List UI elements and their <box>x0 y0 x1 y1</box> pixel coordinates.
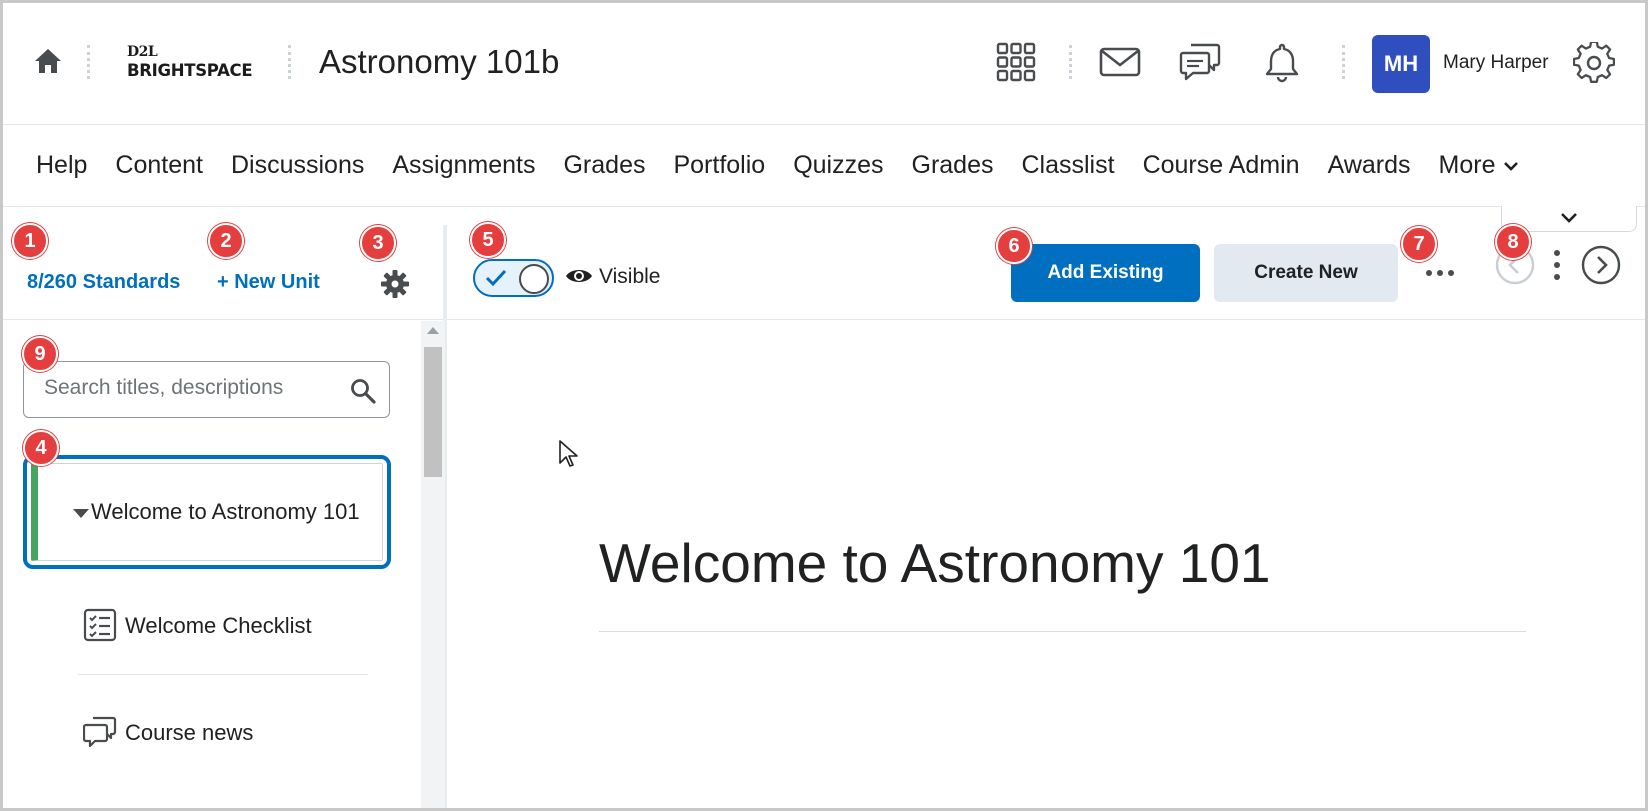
course-navbar: Help Content Discussions Assignments Gra… <box>3 125 1645 207</box>
nav-item-discussions[interactable]: Discussions <box>231 151 364 180</box>
nav-item-quizzes[interactable]: Quizzes <box>793 151 883 180</box>
callout-badge: 3 <box>360 225 396 261</box>
callout-badge: 4 <box>23 430 59 466</box>
callout-badge: 1 <box>12 223 48 259</box>
create-new-button[interactable]: Create New <box>1214 244 1398 302</box>
callout-badge: 2 <box>208 223 244 259</box>
home-icon[interactable] <box>33 47 63 75</box>
nav-item-content[interactable]: Content <box>115 151 203 180</box>
mail-icon[interactable] <box>1099 41 1141 83</box>
callout-badge: 8 <box>1495 224 1531 260</box>
unit-title: Welcome to Astronomy 101 <box>91 499 360 524</box>
nav-item-classlist[interactable]: Classlist <box>1021 151 1114 180</box>
discussion-icon <box>83 716 117 748</box>
nav-item-grades[interactable]: Grades <box>563 151 645 180</box>
content-heading: Welcome to Astronomy 101 <box>599 532 1271 594</box>
logo-d2l-text: D2L <box>127 44 158 60</box>
toc-item-divider <box>78 674 368 675</box>
nav-item-portfolio[interactable]: Portfolio <box>673 151 765 180</box>
notifications-bell-icon[interactable] <box>1261 41 1303 83</box>
scroll-up-arrow-icon[interactable] <box>427 327 439 334</box>
settings-gear-icon[interactable] <box>381 270 409 298</box>
user-name[interactable]: Mary Harper <box>1443 52 1549 74</box>
nav-item-course-admin[interactable]: Course Admin <box>1143 151 1300 180</box>
toggle-knob <box>519 264 549 294</box>
nav-item-grades-2[interactable]: Grades <box>912 151 994 180</box>
nav-item-more[interactable]: More <box>1439 151 1520 180</box>
top-header: D2L BRIGHTSPACE Astronomy 101b MH Mary H… <box>3 3 1645 125</box>
settings-gear-icon[interactable] <box>1573 42 1615 84</box>
nav-item-more-label: More <box>1438 151 1496 179</box>
search-icon[interactable] <box>350 378 376 404</box>
mouse-cursor-icon <box>559 440 578 467</box>
header-divider <box>1069 45 1072 79</box>
header-divider <box>1342 45 1345 79</box>
scrollbar-thumb[interactable] <box>424 347 442 477</box>
nav-list: Help Content Discussions Assignments Gra… <box>36 151 1547 180</box>
header-divider <box>288 45 291 79</box>
kebab-menu-icon[interactable] <box>1551 247 1563 283</box>
toc-item-label: Course news <box>125 720 254 745</box>
standards-link[interactable]: 8/260 Standards <box>27 271 180 294</box>
add-existing-button[interactable]: Add Existing <box>1011 244 1200 302</box>
search-input[interactable] <box>44 376 334 400</box>
logo-brightspace-text: BRIGHTSPACE <box>127 61 253 80</box>
course-title[interactable]: Astronomy 101b <box>319 43 559 81</box>
callout-badge: 5 <box>470 222 506 258</box>
toc-item-welcome-checklist[interactable]: Welcome Checklist <box>83 600 383 650</box>
visibility-toggle[interactable] <box>473 259 554 297</box>
nav-item-help[interactable]: Help <box>36 151 87 180</box>
nav-item-assignments[interactable]: Assignments <box>392 151 535 180</box>
toc-item-course-news[interactable]: Course news <box>83 707 383 757</box>
toc-search-box <box>23 361 390 418</box>
eye-icon <box>566 270 592 282</box>
nav-item-awards[interactable]: Awards <box>1328 151 1411 180</box>
caret-down-icon[interactable] <box>73 509 89 518</box>
app-window: D2L BRIGHTSPACE Astronomy 101b MH Mary H… <box>0 0 1648 811</box>
chat-bubbles-icon[interactable] <box>1179 41 1221 83</box>
more-options-icon[interactable] <box>1423 258 1457 288</box>
checklist-icon <box>83 608 117 642</box>
new-unit-link[interactable]: + New Unit <box>217 271 320 294</box>
apps-grid-icon[interactable] <box>995 41 1037 83</box>
checkmark-icon <box>485 269 507 287</box>
header-divider <box>87 45 90 79</box>
brightspace-logo[interactable]: D2L BRIGHTSPACE <box>123 44 263 84</box>
next-topic-icon[interactable] <box>1581 245 1621 285</box>
unit-item-selected[interactable]: Welcome to Astronomy 101 <box>23 455 391 569</box>
chevron-down-icon <box>1504 161 1519 171</box>
user-avatar[interactable]: MH <box>1372 35 1430 93</box>
callout-badge: 9 <box>22 336 58 372</box>
callout-badge: 7 <box>1401 226 1437 262</box>
heading-divider <box>599 631 1526 632</box>
visibility-label: Visible <box>599 265 661 288</box>
toc-item-label: Welcome Checklist <box>125 613 312 638</box>
callout-badge: 6 <box>996 228 1032 264</box>
